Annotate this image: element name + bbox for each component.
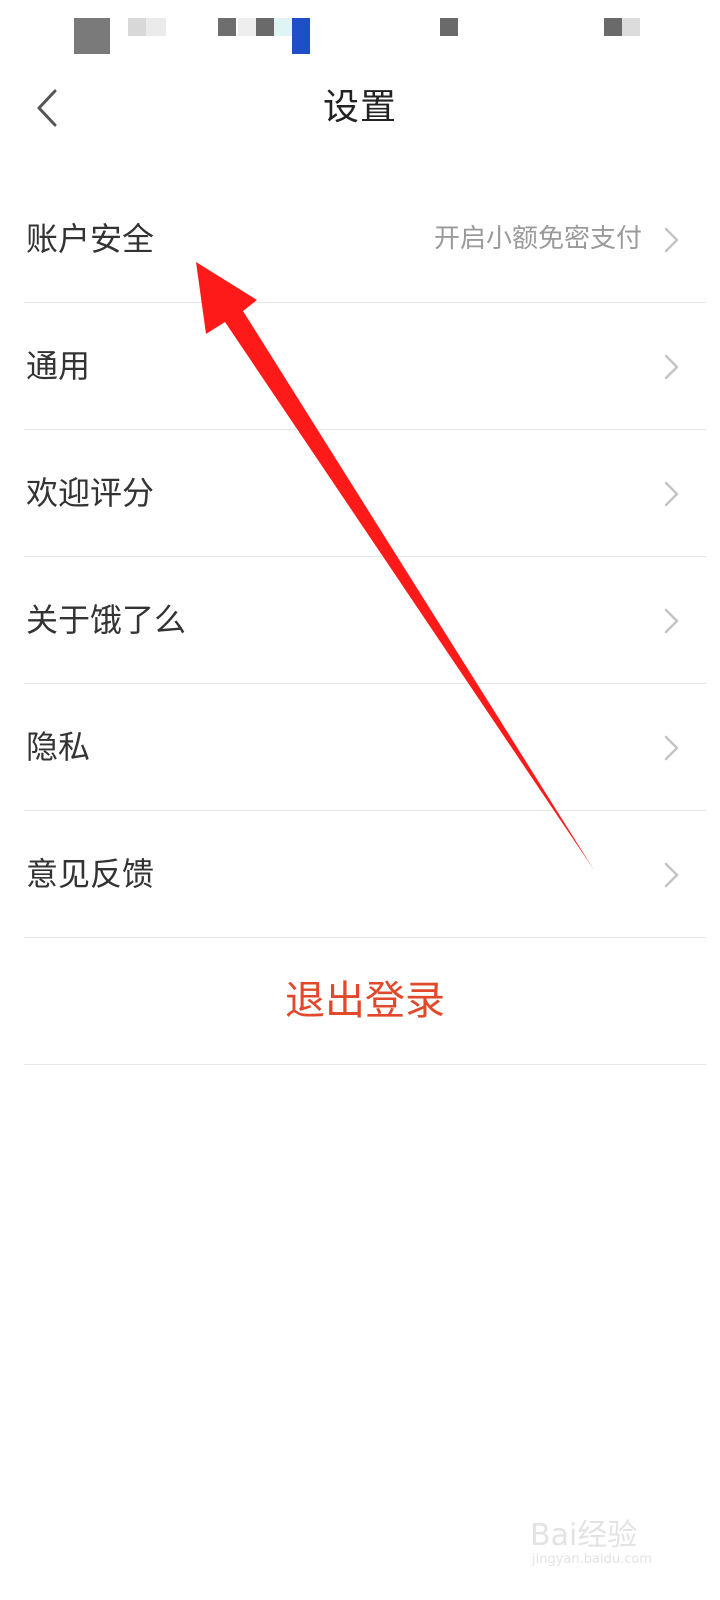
settings-item-account-security[interactable]: 账户安全 开启小额免密支付 bbox=[24, 176, 706, 303]
chevron-right-icon bbox=[664, 608, 679, 634]
watermark-brand: Bai经验 bbox=[530, 1518, 638, 1553]
status-pixel-block bbox=[604, 18, 622, 36]
settings-item-label: 欢迎评分 bbox=[26, 474, 155, 512]
status-pixel-block bbox=[274, 18, 292, 36]
watermark-site: jingyan.baidu.com bbox=[532, 1552, 652, 1567]
chevron-right-icon bbox=[664, 227, 679, 253]
logout-button[interactable]: 退出登录 bbox=[24, 938, 706, 1065]
status-pixel-block bbox=[622, 18, 640, 36]
status-pixel-block bbox=[74, 18, 110, 54]
status-pixel-block bbox=[238, 18, 256, 36]
settings-item-label: 意见反馈 bbox=[26, 855, 155, 893]
status-bar bbox=[0, 0, 720, 60]
settings-list: 账户安全 开启小额免密支付 通用 欢迎评分 关于饿了么 隐私 意见反馈 退出登录 bbox=[0, 176, 720, 1065]
settings-item-feedback[interactable]: 意见反馈 bbox=[24, 811, 706, 938]
chevron-right-icon bbox=[664, 735, 679, 761]
baidu-jingyan-watermark: Bai经验 jingyan.baidu.com bbox=[530, 1510, 670, 1580]
settings-item-label: 关于饿了么 bbox=[26, 601, 187, 639]
settings-item-subtext: 开启小额免密支付 bbox=[433, 224, 642, 254]
settings-item-rate-us[interactable]: 欢迎评分 bbox=[24, 430, 706, 557]
settings-item-about[interactable]: 关于饿了么 bbox=[24, 557, 706, 684]
status-pixel-block bbox=[292, 18, 310, 54]
nav-header: 设置 bbox=[0, 70, 720, 146]
settings-item-label: 账户安全 bbox=[26, 220, 155, 258]
settings-item-label: 隐私 bbox=[26, 728, 91, 766]
status-pixel-block bbox=[146, 18, 166, 36]
status-pixel-block bbox=[440, 18, 458, 36]
chevron-right-icon bbox=[664, 862, 679, 888]
chevron-right-icon bbox=[664, 354, 679, 380]
status-pixel-block bbox=[256, 18, 274, 36]
chevron-right-icon bbox=[664, 481, 679, 507]
status-pixel-block bbox=[218, 18, 236, 36]
status-pixel-block bbox=[128, 18, 146, 36]
settings-item-privacy[interactable]: 隐私 bbox=[24, 684, 706, 811]
settings-item-label: 通用 bbox=[26, 347, 91, 385]
page-title: 设置 bbox=[322, 87, 397, 128]
logout-label: 退出登录 bbox=[285, 978, 445, 1024]
settings-item-general[interactable]: 通用 bbox=[24, 303, 706, 430]
